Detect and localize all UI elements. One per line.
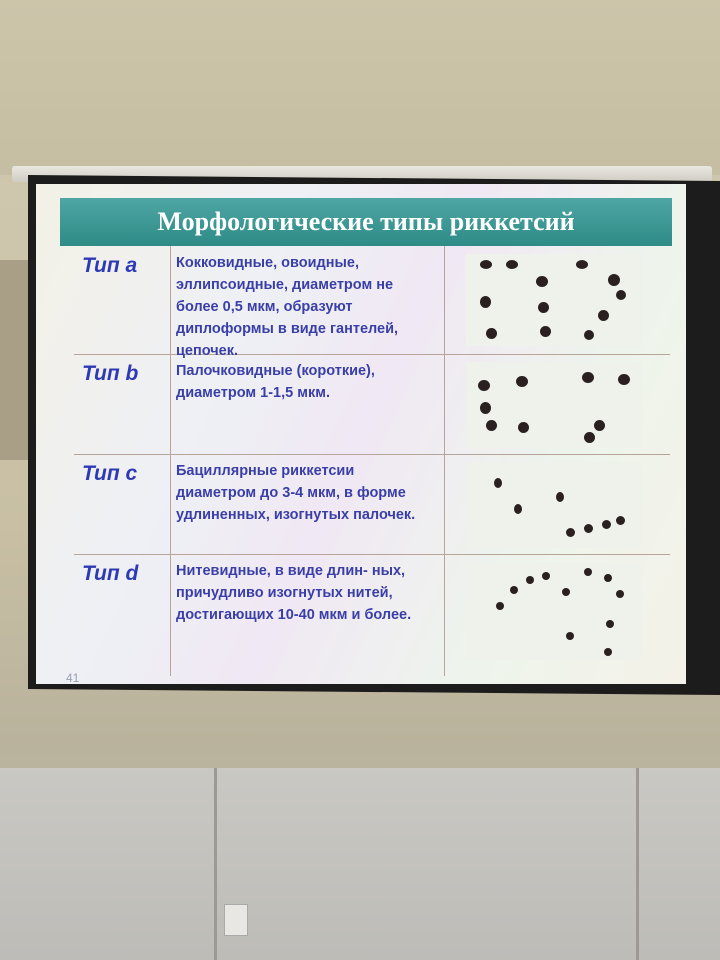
wall-trim-left xyxy=(0,260,30,460)
slide-title: Морфологические типы риккетсий xyxy=(157,207,575,236)
panel-seam xyxy=(636,768,639,960)
type-description: Кокковидные, овоидные, эллипсоидные, диа… xyxy=(176,255,399,359)
types-table: Тип a Кокковидные, овоидные, эллипсоидны… xyxy=(74,246,670,676)
type-label: Тип a xyxy=(82,254,138,277)
lower-wall-panels xyxy=(0,768,720,960)
table-row: Тип d Нитевидные, в виде длин- ных, прич… xyxy=(74,554,670,664)
micrograph-type-b xyxy=(466,362,642,448)
type-description: Бациллярные риккетсии диаметром до 3-4 м… xyxy=(176,463,416,523)
type-label: Тип c xyxy=(82,462,138,485)
table-row: Тип c Бациллярные риккетсии диаметром до… xyxy=(74,454,670,555)
type-label: Тип d xyxy=(82,562,139,585)
slide-number: 41 xyxy=(66,671,80,684)
table-row: Тип a Кокковидные, овоидные, эллипсоидны… xyxy=(74,246,670,359)
table-row: Тип b Палочковидные (короткие), диаметро… xyxy=(74,354,670,455)
wall-outlet xyxy=(224,904,248,936)
type-label: Тип b xyxy=(82,362,139,385)
wall xyxy=(0,0,720,175)
panel-seam xyxy=(214,768,217,960)
presentation-slide: Морфологические типы риккетсий Тип a Кок… xyxy=(36,184,686,684)
micrograph-type-a xyxy=(466,254,642,346)
slide-title-bar: Морфологические типы риккетсий xyxy=(60,198,672,246)
type-description: Палочковидные (короткие), диаметром 1-1,… xyxy=(176,363,375,401)
type-description: Нитевидные, в виде длин- ных, причудливо… xyxy=(176,563,412,623)
micrograph-type-c xyxy=(466,462,642,548)
micrograph-type-d xyxy=(466,562,642,660)
